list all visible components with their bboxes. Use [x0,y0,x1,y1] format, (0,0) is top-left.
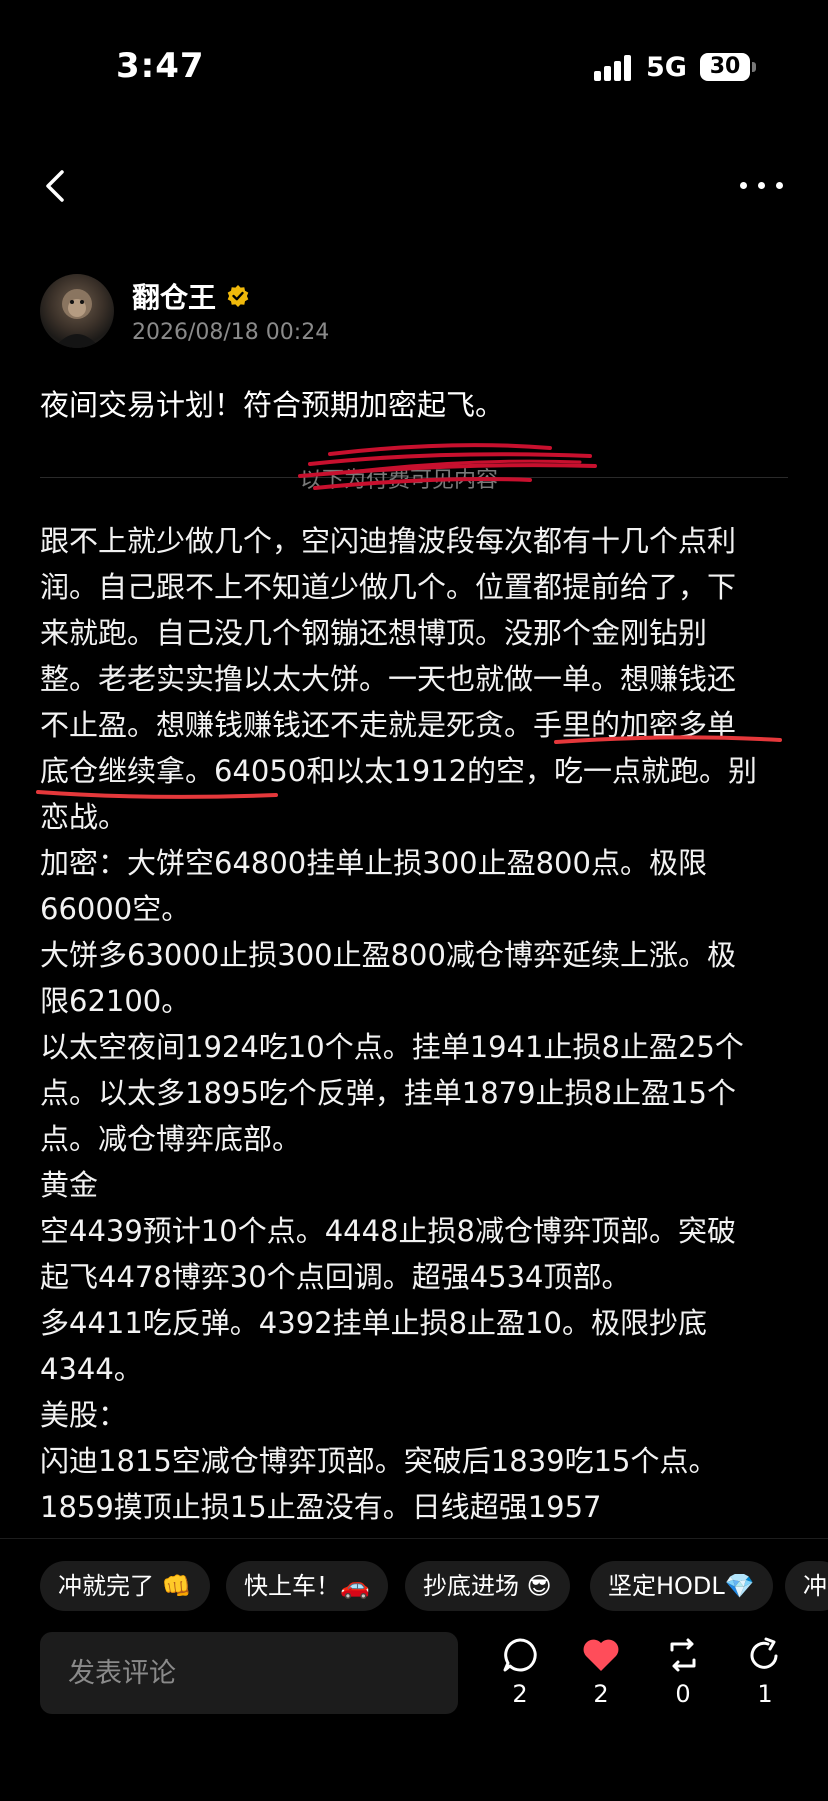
comment-button[interactable]: 2 [492,1636,548,1708]
body-line: 空4439预计10个点。4448止损8减仓博弈顶部。突破 [40,1214,736,1248]
battery-tip [752,62,756,72]
post-body: 跟不上就少做几个，空闪迪撸波段每次都有十几个点利 润。自己跟不上不知道少做几个。… [40,518,792,1530]
network-label: 5G [646,52,687,83]
body-line: 恋战。 [40,800,128,834]
bottom-action-bar: 2 2 0 1 [0,1630,828,1730]
body-line: 多4411吃反弹。4392挂单止损8止盈10。极限抄底 [40,1306,707,1340]
status-bar: 3:47 5G 30 [0,0,828,130]
body-line: 不止盈。想赚钱赚钱还不走就是死贪。手里的加密多单 [40,708,737,742]
heart-icon [583,1639,619,1671]
avatar[interactable] [40,274,114,348]
status-time: 3:47 [116,46,205,86]
body-line: 黄金 [40,1168,99,1202]
body-line: 66000空。 [40,892,191,926]
share-count: 1 [757,1680,773,1708]
more-icon[interactable] [740,182,784,190]
chip-chong[interactable]: 冲就完了 👊 [40,1561,210,1611]
body-line: 起飞4478博弈30个点回调。超强4534顶部。 [40,1260,631,1294]
body-line: 限62100。 [40,984,191,1018]
body-line: 大饼多63000止损300止盈800减仓博弈延续上涨。极 [40,938,736,972]
chip-chaodi[interactable]: 抄底进场 😎 [405,1561,570,1611]
comment-input[interactable] [40,1632,458,1714]
body-line: 闪迪1815空减仓博弈顶部。突破后1839吃15个点。 [40,1444,718,1478]
like-button[interactable]: 2 [573,1636,629,1708]
top-bar [0,150,828,220]
quick-reply-bar: 冲就完了 👊 快上车！🚗 抄底进场 😎 坚定HODL💎 冲 [0,1538,828,1629]
body-line: 润。自己跟不上不知道少做几个。位置都提前给了，下 [40,570,737,604]
chip-more[interactable]: 冲 [785,1561,828,1611]
body-line: 加密：大饼空64800挂单止损300止盈800点。极限 [40,846,707,880]
body-line: 整。老老实实撸以太大饼。一天也就做一单。想赚钱还 [40,662,737,696]
author-header: 翻仓王 2026/08/18 00:24 [0,272,828,352]
share-icon [750,1637,778,1669]
like-count: 2 [593,1680,609,1708]
repost-icon [670,1638,696,1672]
body-line: 点。减仓博弈底部。 [40,1122,302,1156]
body-line: 底仓继续拿。64050和以太1912的空，吃一点就跑。别 [40,754,758,788]
repost-button[interactable]: 0 [655,1636,711,1708]
comment-count: 2 [512,1680,528,1708]
back-arrow-icon[interactable] [40,168,72,204]
signal-icon [594,55,634,81]
share-button[interactable]: 1 [737,1636,793,1708]
chip-hodl[interactable]: 坚定HODL💎 [590,1561,773,1611]
battery-icon: 30 [700,53,750,81]
body-line: 点。以太多1895吃个反弹，挂单1879止损8止盈15个 [40,1076,736,1110]
post-title: 夜间交易计划！符合预期加密起飞。 [40,388,505,422]
scribble-marks [298,443,597,490]
body-line: 4344。 [40,1352,143,1386]
post-date: 2026/08/18 00:24 [132,320,330,345]
comment-icon [503,1638,537,1672]
body-line: 美股： [40,1398,128,1432]
author-name[interactable]: 翻仓王 [132,276,216,316]
chip-shangche[interactable]: 快上车！🚗 [226,1561,388,1611]
repost-count: 0 [675,1680,691,1708]
body-line: 1859摸顶止损15止盈没有。日线超强1957 [40,1490,602,1524]
body-line: 来就跑。自己没几个钢镚还想博顶。没那个金刚钻别 [40,616,708,650]
body-line: 跟不上就少做几个，空闪迪撸波段每次都有十几个点利 [40,524,737,558]
body-line: 以太空夜间1924吃10个点。挂单1941止损8止盈25个 [40,1030,744,1064]
verified-icon [227,285,249,307]
